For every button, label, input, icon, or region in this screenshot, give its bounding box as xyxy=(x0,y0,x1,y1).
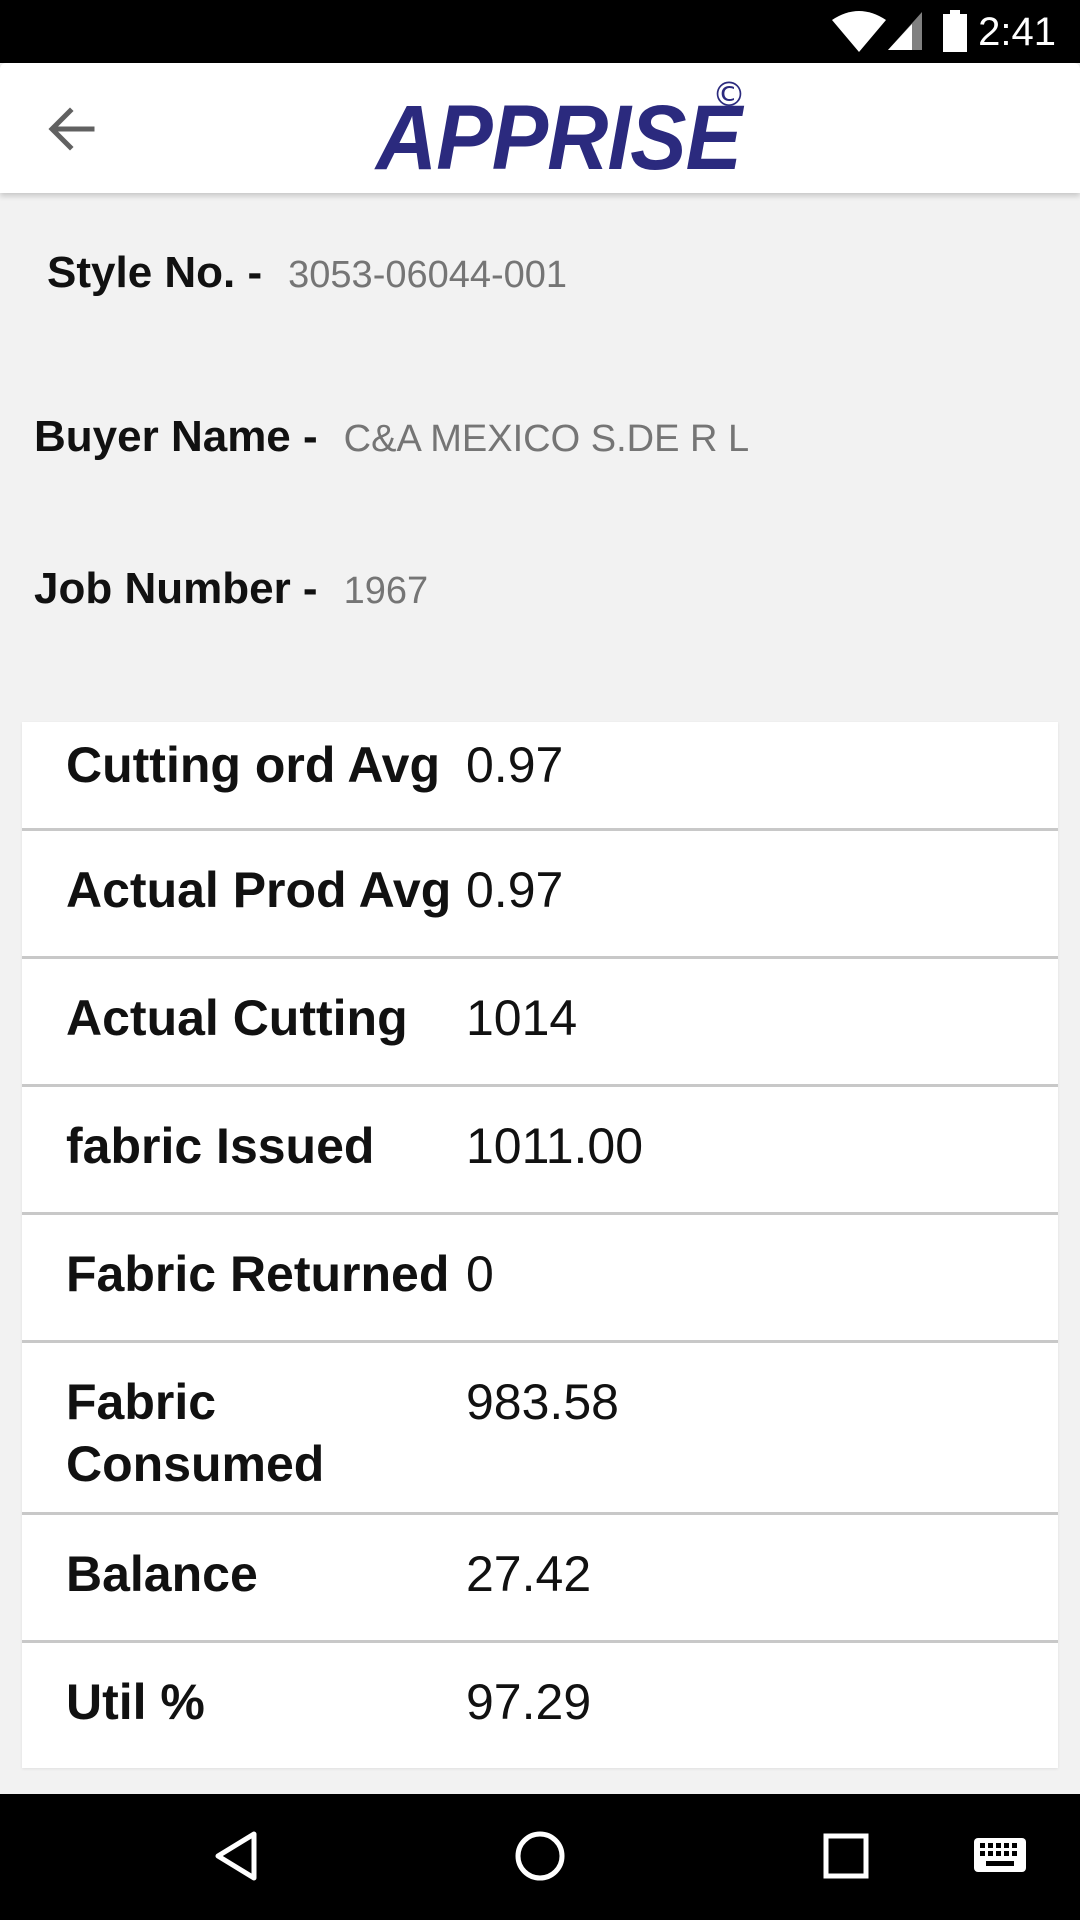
table-row: fabric Issued 1011.00 xyxy=(22,1087,1058,1215)
row-value: 0 xyxy=(466,1246,494,1302)
status-time: 2:41 xyxy=(978,10,1056,54)
row-value: 0.97 xyxy=(466,862,564,918)
table-row: Fabric Consumed 983.58 xyxy=(22,1343,1058,1515)
table-row: Cutting ord Avg 0.97 xyxy=(22,722,1058,831)
table-row: Actual Prod Avg 0.97 xyxy=(22,831,1058,959)
battery-icon xyxy=(943,10,967,52)
row-value: 983.58 xyxy=(466,1374,619,1430)
row-label: Cutting ord Avg xyxy=(66,737,440,793)
app-bar: APPRISE © xyxy=(0,63,1080,193)
job-number-line: Job Number - 1967 xyxy=(34,564,428,614)
table-row: Fabric Returned 0 xyxy=(22,1215,1058,1343)
navigation-bar xyxy=(0,1794,1080,1920)
style-number-label: Style No. - xyxy=(47,248,263,297)
job-number-label: Job Number - xyxy=(34,564,318,613)
table-row: Util % 97.29 xyxy=(22,1643,1058,1768)
style-number-value: 3053-06044-001 xyxy=(288,254,568,296)
row-label: Fabric Consumed xyxy=(66,1374,325,1492)
logo-text: APPRISE xyxy=(376,87,742,189)
recents-square-icon[interactable] xyxy=(818,1828,874,1884)
style-number-line: Style No. - 3053-06044-001 xyxy=(47,248,567,298)
row-label: fabric Issued xyxy=(66,1118,375,1174)
cell-signal-icon xyxy=(888,12,922,50)
buyer-name-label: Buyer Name - xyxy=(34,412,318,461)
table-row: Actual Cutting 1014 xyxy=(22,959,1058,1087)
keyboard-icon[interactable] xyxy=(972,1828,1028,1884)
buyer-name-value: C&A MEXICO S.DE R L xyxy=(343,418,750,460)
row-value: 0.97 xyxy=(466,737,564,793)
details-table: Cutting ord Avg 0.97 Actual Prod Avg 0.9… xyxy=(22,722,1058,1768)
home-circle-icon[interactable] xyxy=(512,1828,568,1884)
buyer-name-line: Buyer Name - C&A MEXICO S.DE R L xyxy=(34,412,749,462)
row-label: Actual Prod Avg xyxy=(66,862,452,918)
row-value: 27.42 xyxy=(466,1546,592,1602)
row-value: 1011.00 xyxy=(466,1118,644,1174)
copyright-icon: © xyxy=(712,75,746,115)
wifi-icon xyxy=(832,11,886,52)
row-value: 1014 xyxy=(466,990,578,1046)
job-number-value: 1967 xyxy=(343,570,429,612)
table-row: Balance 27.42 xyxy=(22,1515,1058,1643)
row-label: Fabric Returned xyxy=(66,1246,450,1302)
arrow-left-icon[interactable] xyxy=(42,103,102,155)
row-value: 97.29 xyxy=(466,1674,592,1730)
back-triangle-icon[interactable] xyxy=(208,1828,264,1884)
row-label: Actual Cutting xyxy=(66,990,408,1046)
row-label: Util % xyxy=(66,1674,205,1730)
row-label: Balance xyxy=(66,1546,258,1602)
status-bar: 2:41 xyxy=(0,0,1080,63)
